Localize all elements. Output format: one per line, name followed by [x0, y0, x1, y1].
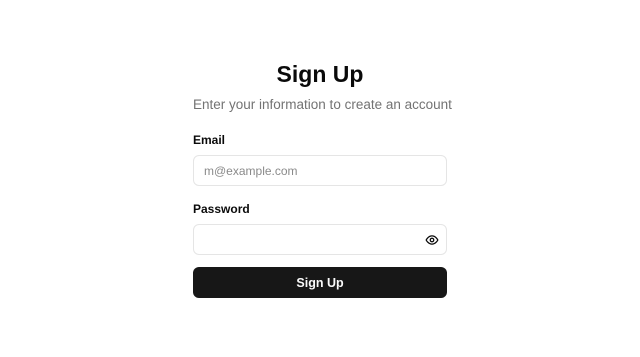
sign-up-form: Sign Up Enter your information to create…	[193, 58, 452, 298]
page: Sign Up Enter your information to create…	[0, 0, 640, 357]
email-input[interactable]	[194, 156, 446, 185]
form-title: Sign Up	[276, 61, 364, 87]
form-subtitle: Enter your information to create an acco…	[193, 97, 452, 112]
password-label: Password	[193, 202, 250, 216]
sign-up-button[interactable]: Sign Up	[193, 267, 447, 298]
email-label: Email	[193, 133, 226, 147]
password-field-wrapper	[193, 224, 447, 255]
email-field-wrapper	[193, 155, 447, 186]
eye-icon[interactable]	[425, 233, 439, 247]
password-input[interactable]	[194, 225, 446, 254]
